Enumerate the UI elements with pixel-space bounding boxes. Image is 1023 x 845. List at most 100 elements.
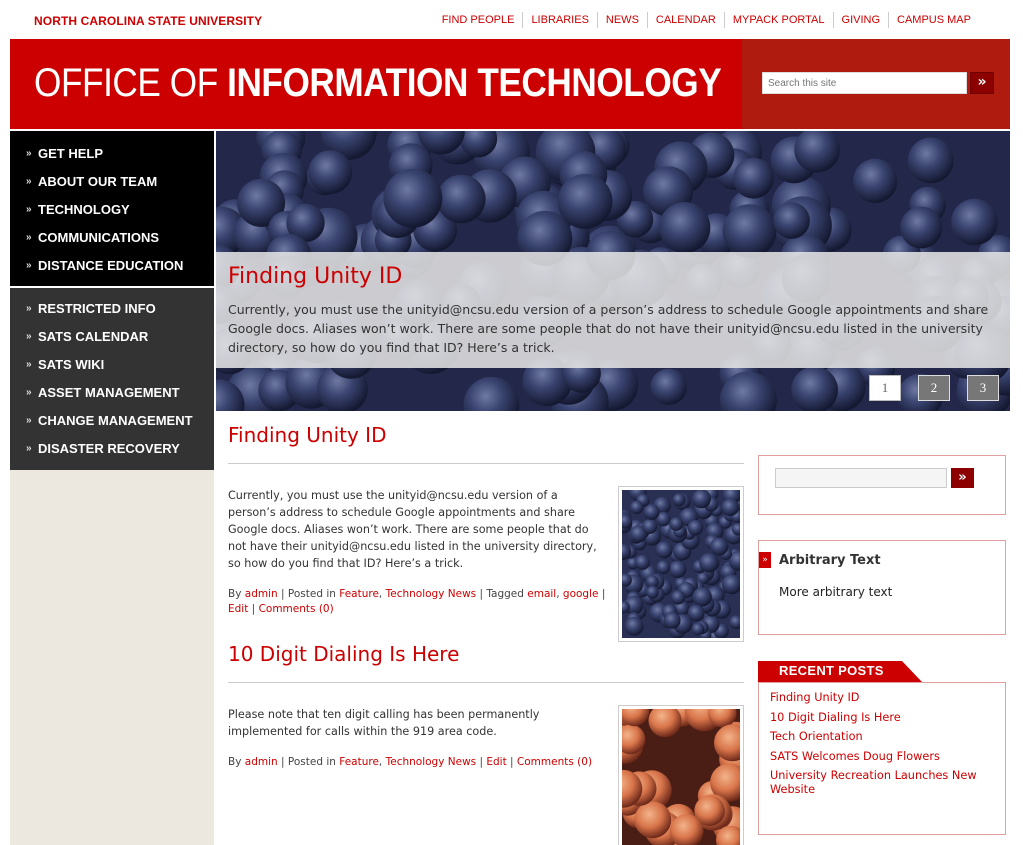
nav-item-asset-management[interactable]: » ASSET MANAGEMENT — [10, 378, 214, 406]
nav-item-label: DISASTER RECOVERY — [38, 440, 180, 456]
meta-sep: | — [248, 603, 259, 615]
chevron-right-icon: » — [26, 175, 32, 187]
decorative-fruit — [437, 174, 486, 224]
chevron-right-icon: » — [26, 442, 32, 454]
nav-item-technology[interactable]: » TECHNOLOGY — [10, 195, 214, 223]
meta-by: By — [228, 756, 245, 768]
decorative-fruit — [629, 500, 644, 515]
nav-item-sats-wiki[interactable]: » SATS WIKI — [10, 350, 214, 378]
blueberries-thumbnail-image — [612, 482, 749, 644]
recent-post-link[interactable]: Finding Unity ID — [770, 691, 990, 705]
site-title-light: OFFICE OF — [34, 61, 228, 105]
feature-caption: Finding Unity ID Currently, you must use… — [216, 252, 1010, 368]
nav-item-label: ABOUT OUR TEAM — [38, 173, 158, 189]
nav-item-communications[interactable]: » COMMUNICATIONS — [10, 223, 214, 251]
post-excerpt: Currently, you must use the unityid@ncsu… — [228, 489, 597, 570]
decorative-fruit — [642, 519, 658, 534]
post-divider — [228, 463, 744, 464]
decorative-fruit — [687, 519, 704, 536]
decorative-fruit — [773, 202, 810, 239]
top-link-campus-map[interactable]: CAMPUS MAP — [888, 12, 979, 28]
decorative-fruit — [668, 560, 687, 578]
chevron-right-icon: » — [26, 259, 32, 271]
category-link-feature[interactable]: Feature — [339, 756, 379, 768]
slider-page-2[interactable]: 2 — [918, 375, 950, 401]
decorative-fruit — [659, 202, 711, 254]
recent-post-link[interactable]: 10 Digit Dialing Is Here — [770, 711, 990, 725]
nav-item-about-our-team[interactable]: » ABOUT OUR TEAM — [10, 167, 214, 195]
decorative-fruit — [650, 368, 687, 405]
nav-item-disaster-recovery[interactable]: » DISASTER RECOVERY — [10, 434, 214, 462]
sidebar-search-input[interactable] — [775, 468, 947, 488]
tag-link-google[interactable]: google — [563, 588, 599, 600]
author-link[interactable]: admin — [245, 756, 278, 768]
edit-link[interactable]: Edit — [486, 756, 506, 768]
top-link-news[interactable]: NEWS — [596, 12, 647, 28]
site-search-button[interactable]: » — [970, 72, 994, 94]
nav-item-sats-calendar[interactable]: » SATS CALENDAR — [10, 322, 214, 350]
top-link-mypack-portal[interactable]: MYPACK PORTAL — [723, 12, 833, 28]
nav-item-label: CHANGE MANAGEMENT — [38, 412, 193, 428]
slider-page-3[interactable]: 3 — [967, 375, 999, 401]
chevron-right-icon: » — [26, 414, 32, 426]
decorative-fruit — [710, 537, 729, 556]
meta-sep: | — [598, 588, 606, 600]
category-link-feature[interactable]: Feature — [339, 588, 379, 600]
comments-link[interactable]: Comments (0) — [517, 756, 592, 768]
sidebar-search-button[interactable]: » — [951, 468, 974, 488]
decorative-fruit — [687, 604, 705, 622]
decorative-fruit — [383, 168, 443, 228]
decorative-fruit — [671, 590, 686, 605]
meta-tag-sep: , — [556, 588, 563, 600]
site-search-input[interactable] — [762, 72, 967, 94]
site-header: OFFICE OF INFORMATION TECHNOLOGY » — [10, 39, 1010, 129]
author-link[interactable]: admin — [245, 588, 278, 600]
decorative-fruit — [646, 585, 659, 599]
top-link-giving[interactable]: GIVING — [832, 12, 889, 28]
tag-link-email[interactable]: email — [527, 588, 556, 600]
decorative-fruit — [672, 493, 686, 507]
chevron-right-icon: » — [26, 147, 32, 159]
chevron-right-icon: » — [26, 231, 32, 243]
post-thumbnail[interactable] — [604, 692, 756, 845]
post-meta: By admin | Posted in Feature, Technology… — [228, 587, 608, 617]
recent-post-link[interactable]: Tech Orientation — [770, 730, 990, 744]
category-link-technology-news[interactable]: Technology News — [386, 588, 477, 600]
slider-page-1[interactable]: 1 — [869, 375, 901, 401]
meta-cat-sep: , — [378, 756, 386, 768]
post-title[interactable]: Finding Unity ID — [228, 423, 386, 447]
edit-link[interactable]: Edit — [228, 603, 248, 615]
top-link-find-people[interactable]: FIND PEOPLE — [434, 12, 523, 28]
decorative-fruit — [699, 553, 719, 573]
nav-item-label: GET HELP — [38, 145, 104, 161]
nav-item-change-management[interactable]: » CHANGE MANAGEMENT — [10, 406, 214, 434]
post-title[interactable]: 10 Digit Dialing Is Here — [228, 642, 459, 666]
feature-title[interactable]: Finding Unity ID — [228, 264, 402, 289]
sidebar-search-widget: » — [758, 455, 1006, 515]
top-link-libraries[interactable]: LIBRARIES — [522, 12, 596, 28]
decorative-fruit — [900, 206, 943, 249]
nav-item-distance-education[interactable]: » DISTANCE EDUCATION — [10, 251, 214, 279]
recent-posts-title: RECENT POSTS — [779, 663, 884, 678]
nav-item-get-help[interactable]: » GET HELP — [10, 139, 214, 167]
comments-link[interactable]: Comments (0) — [259, 603, 334, 615]
decorative-fruit — [308, 150, 353, 195]
category-link-technology-news[interactable]: Technology News — [386, 756, 477, 768]
decorative-fruit — [733, 157, 774, 199]
nav-item-label: SATS CALENDAR — [38, 328, 149, 344]
site-title-bold: INFORMATION TECHNOLOGY — [227, 61, 722, 105]
university-logo-text[interactable]: NORTH CAROLINA STATE UNIVERSITY — [34, 14, 262, 28]
chevron-right-icon: » — [26, 358, 32, 370]
site-title[interactable]: OFFICE OF INFORMATION TECHNOLOGY — [34, 61, 722, 106]
post-excerpt: Please note that ten digit calling has b… — [228, 708, 540, 738]
sidebar-background — [10, 470, 214, 845]
top-link-calendar[interactable]: CALENDAR — [646, 12, 724, 28]
recent-post-link[interactable]: University Recreation Launches New Websi… — [770, 769, 990, 797]
nav-item-label: ASSET MANAGEMENT — [38, 384, 180, 400]
nav-item-restricted-info[interactable]: » RESTRICTED INFO — [10, 294, 214, 322]
meta-by: By — [228, 588, 245, 600]
recent-post-link[interactable]: SATS Welcomes Doug Flowers — [770, 750, 990, 764]
widget-body: More arbitrary text — [779, 585, 893, 599]
post-thumbnail[interactable] — [612, 482, 749, 644]
header-search-area: » — [742, 39, 1010, 129]
